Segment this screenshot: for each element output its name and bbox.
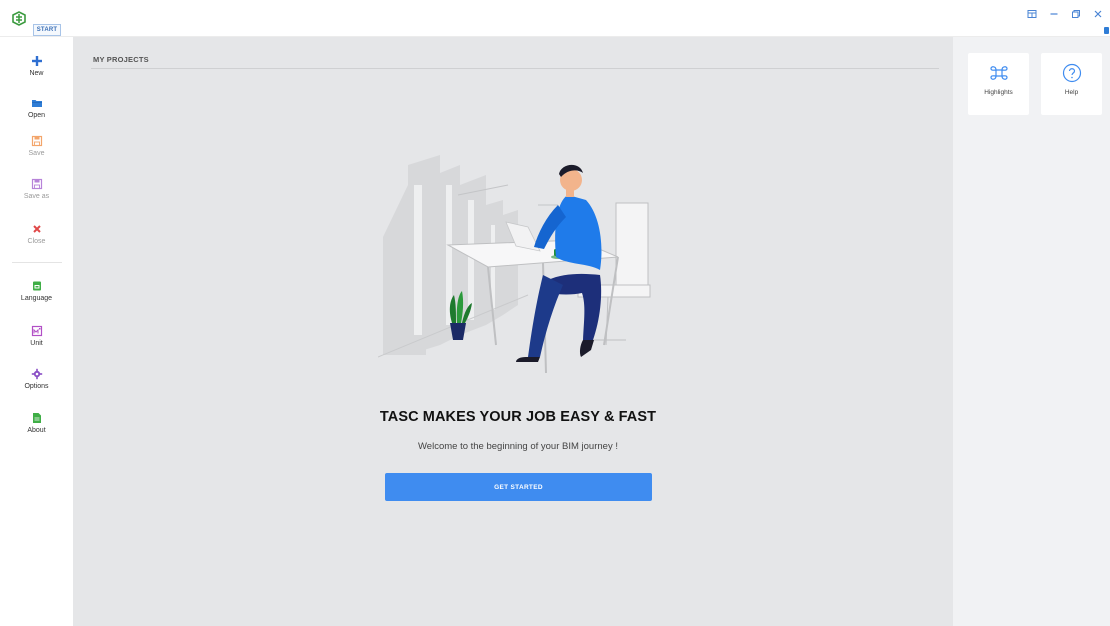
sidebar-divider <box>12 262 62 263</box>
sidebar-item-new[interactable]: New <box>0 55 73 77</box>
help-card[interactable]: Help <box>1041 53 1102 115</box>
sidebar-item-unit[interactable]: Unit <box>0 325 73 347</box>
pin-icon[interactable] <box>1104 27 1109 34</box>
sidebar-item-label: Options <box>24 383 49 390</box>
section-title: MY PROJECTS <box>93 55 149 64</box>
right-panel: Highlights Help <box>953 37 1110 626</box>
app-logo-icon <box>12 11 26 26</box>
restore-button[interactable] <box>1070 8 1082 20</box>
get-started-button[interactable]: GET STARTED <box>385 473 652 501</box>
sidebar-item-label: Close <box>27 238 46 245</box>
unit-icon <box>31 325 42 337</box>
sidebar-item-label: Unit <box>30 340 43 347</box>
sidebar-item-label: New <box>29 70 44 77</box>
main-content: MY PROJECTS TASC MAKES YOUR JOB EASY & F… <box>73 37 953 626</box>
sidebar-item-label: Language <box>20 295 53 302</box>
layout-button[interactable] <box>1026 8 1038 20</box>
document-icon <box>32 413 41 423</box>
section-divider <box>91 68 939 69</box>
command-icon <box>989 66 1008 80</box>
sidebar-item-options[interactable]: Options <box>0 368 73 390</box>
language-icon <box>32 281 41 291</box>
close-icon <box>32 225 41 233</box>
save-as-icon <box>31 178 42 190</box>
sidebar-item-language[interactable]: Language <box>0 280 73 302</box>
window-close-icon <box>1094 10 1102 18</box>
sidebar-item-label: Save as <box>23 193 50 200</box>
minimize-icon <box>1050 13 1058 15</box>
sidebar-item-label: Open <box>27 112 46 119</box>
sidebar-item-save[interactable]: Save <box>0 135 73 157</box>
window-close-button[interactable] <box>1092 8 1104 20</box>
sidebar-item-about[interactable]: About <box>0 412 73 434</box>
plus-icon <box>31 56 42 66</box>
help-icon <box>1062 63 1081 83</box>
sidebar-item-save-as[interactable]: Save as <box>0 178 73 200</box>
save-icon <box>31 135 42 147</box>
folder-icon <box>31 100 42 107</box>
restore-icon <box>1072 10 1080 18</box>
app-window: START New Open Save Save as Close Langua… <box>0 0 1110 626</box>
sidebar-item-label: Save <box>28 150 45 157</box>
help-label: Help <box>1064 89 1079 96</box>
headline: TASC MAKES YOUR JOB EASY & FAST <box>379 409 657 425</box>
tab-start[interactable]: START <box>33 24 61 36</box>
left-sidebar: New Open Save Save as Close Language Uni… <box>0 37 73 626</box>
window-controls <box>1026 8 1104 20</box>
sidebar-item-close[interactable]: Close <box>0 223 73 245</box>
minimize-button[interactable] <box>1048 8 1060 20</box>
sidebar-item-label: About <box>27 427 46 434</box>
highlights-card[interactable]: Highlights <box>968 53 1029 115</box>
highlights-label: Highlights <box>984 89 1013 96</box>
person-at-desk-illustration <box>378 155 651 374</box>
layout-icon <box>1027 10 1037 18</box>
gear-icon <box>31 368 42 380</box>
sidebar-item-open[interactable]: Open <box>0 97 73 119</box>
welcome-text: Welcome to the beginning of your BIM jou… <box>418 441 618 452</box>
title-bar: START <box>0 0 1110 37</box>
